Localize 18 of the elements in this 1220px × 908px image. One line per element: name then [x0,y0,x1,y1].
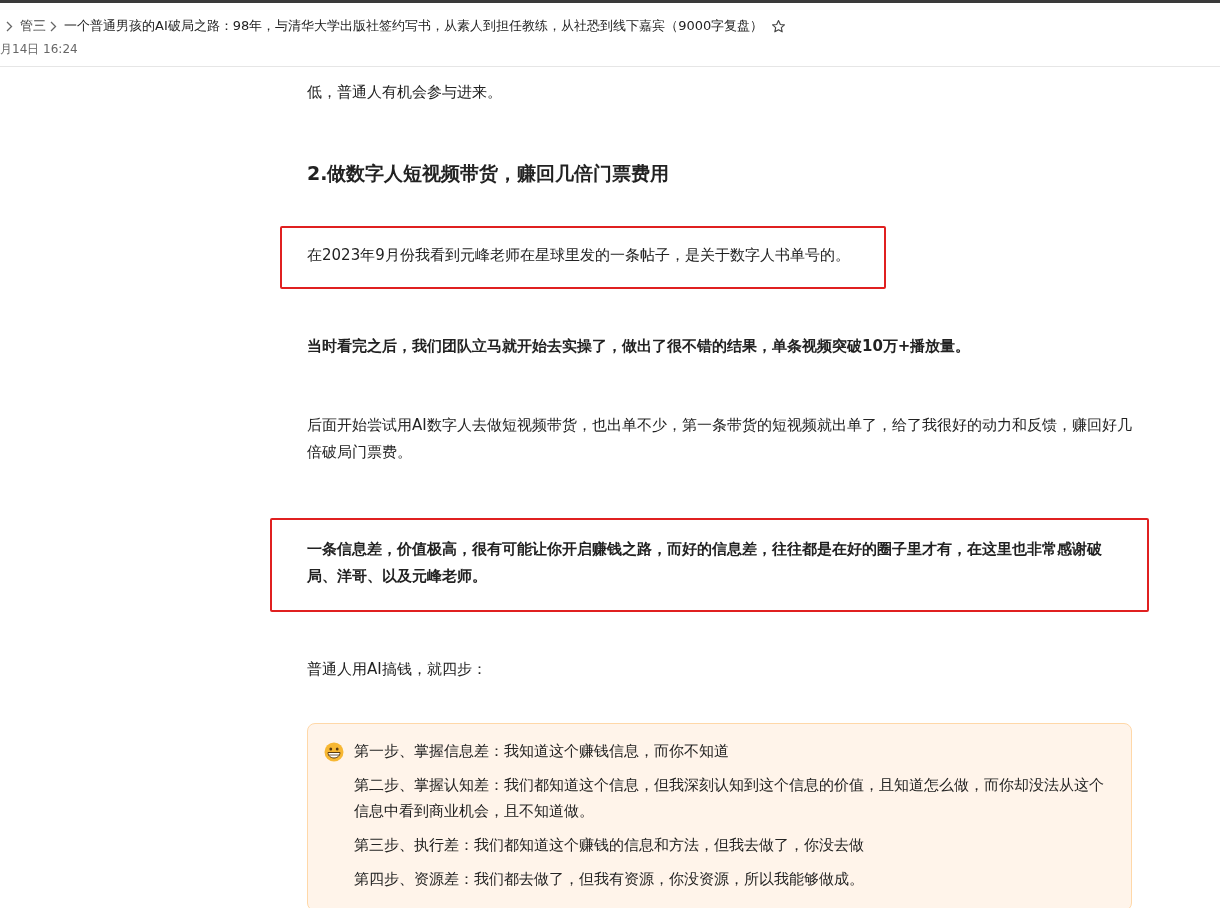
chevron-icon [50,20,57,32]
timestamp: 月14日 16:24 [0,41,79,58]
star-icon[interactable] [771,18,787,34]
step-text: 第四步、资源差：我们都去做了，但我有资源，你没资源，所以我能够做成。 [354,869,865,890]
paragraph: 低，普通人有机会参与进来。 [307,82,503,103]
paragraph: 当时看完之后，我们团队立马就开始去实操了，做出了很不错的结果，单条视频突破10万+播放量。 [307,336,972,357]
paragraph: 一条信息差，价值极高，很有可能让你开启赚钱之路，而好的信息差，往往都是在好的圈子里才有，在这里也非常感谢破局、洋哥、以及元峰老师。 [307,539,1103,587]
step-text: 第三步、执行差：我们都知道这个赚钱的信息和方法，但我去做了，你没去做 [354,835,865,856]
paragraph: 普通人用AI搞钱，就四步： [307,659,488,680]
chevron-icon [6,20,13,32]
page-title: 一个普通男孩的AI破局之路：98年，与清华大学出版社签约写书，从素人到担任教练，从社恐到线下嘉宾（9000字复盘） [64,17,764,35]
paragraph: 后面开始尝试用AI数字人去做短视频带货，也出单不少，第一条带货的短视频就出单了，给了我很好的动力和反馈，赚回好几倍破局门票费。 [307,415,1132,463]
paragraph: 在2023年9月份我看到元峰老师在星球里发的一条帖子，是关于数字人书单号的。 [307,245,850,266]
section-heading: 2.做数字人短视频带货，赚回几倍门票费用 [307,161,671,186]
breadcrumb-link[interactable]: 管三 [20,17,46,35]
step-text: 第一步、掌握信息差：我知道这个赚钱信息，而你不知道 [354,741,730,762]
step-text: 第二步、掌握认知差：我们都知道这个信息，但我深刻认知到这个信息的价值，且知道怎么做，而你却没法从这个信息中看到商业机会，且不知道做。 [354,775,1105,822]
grinning-face-icon [324,742,344,762]
